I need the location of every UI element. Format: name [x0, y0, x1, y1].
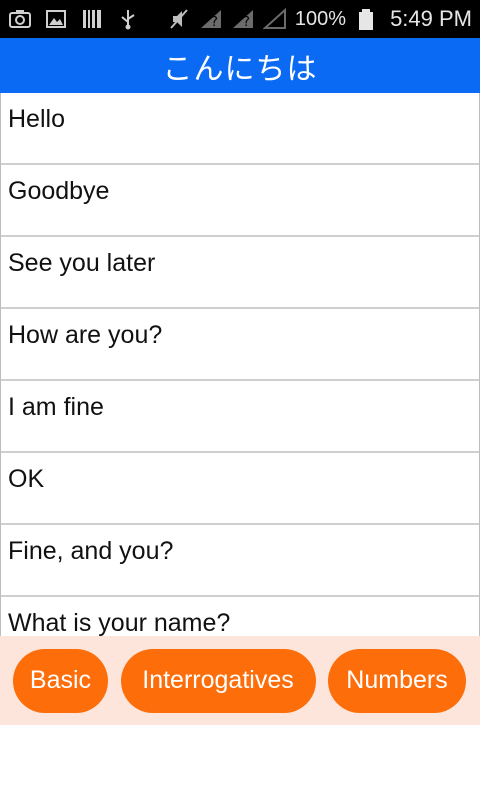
- list-item[interactable]: How are you?: [1, 309, 479, 381]
- svg-text:?: ?: [243, 15, 250, 30]
- list-item[interactable]: Fine, and you?: [1, 525, 479, 597]
- image-icon: [44, 8, 68, 30]
- barcode-icon: [80, 8, 104, 30]
- signal-unknown-icon-2: ?: [231, 8, 255, 30]
- list-item[interactable]: OK: [1, 453, 479, 525]
- signal-unknown-icon: ?: [199, 8, 223, 30]
- tab-numbers[interactable]: Numbers: [328, 648, 466, 713]
- camera-icon: [8, 8, 32, 30]
- signal-empty-icon: [262, 8, 287, 30]
- status-bar: ? ? 100% 5:49 PM: [0, 0, 480, 38]
- svg-text:?: ?: [211, 15, 218, 30]
- clock: 5:49 PM: [390, 6, 472, 31]
- status-left-icons: [8, 8, 140, 30]
- battery-icon: [354, 8, 378, 30]
- list-item[interactable]: See you later: [1, 237, 479, 309]
- list-item[interactable]: I am fine: [1, 381, 479, 453]
- bottom-blank-area: [0, 725, 480, 800]
- mute-icon: [167, 8, 191, 30]
- list-item[interactable]: Hello: [1, 93, 479, 165]
- page-title: こんにちは: [162, 51, 318, 87]
- status-right-icons: ? ? 100% 5:49 PM: [167, 6, 472, 32]
- usb-icon: [116, 8, 140, 30]
- app-header: こんにちは: [0, 38, 480, 93]
- tab-interrogatives[interactable]: Interrogatives: [120, 648, 316, 713]
- battery-percentage: 100%: [294, 7, 347, 30]
- list-item[interactable]: Goodbye: [1, 165, 479, 237]
- tab-basic[interactable]: Basic: [13, 648, 108, 713]
- category-tab-bar: Basic Interrogatives Numbers: [0, 636, 480, 725]
- list-item[interactable]: What is your name?: [1, 597, 479, 636]
- phrase-list[interactable]: Hello Goodbye See you later How are you?…: [0, 93, 480, 636]
